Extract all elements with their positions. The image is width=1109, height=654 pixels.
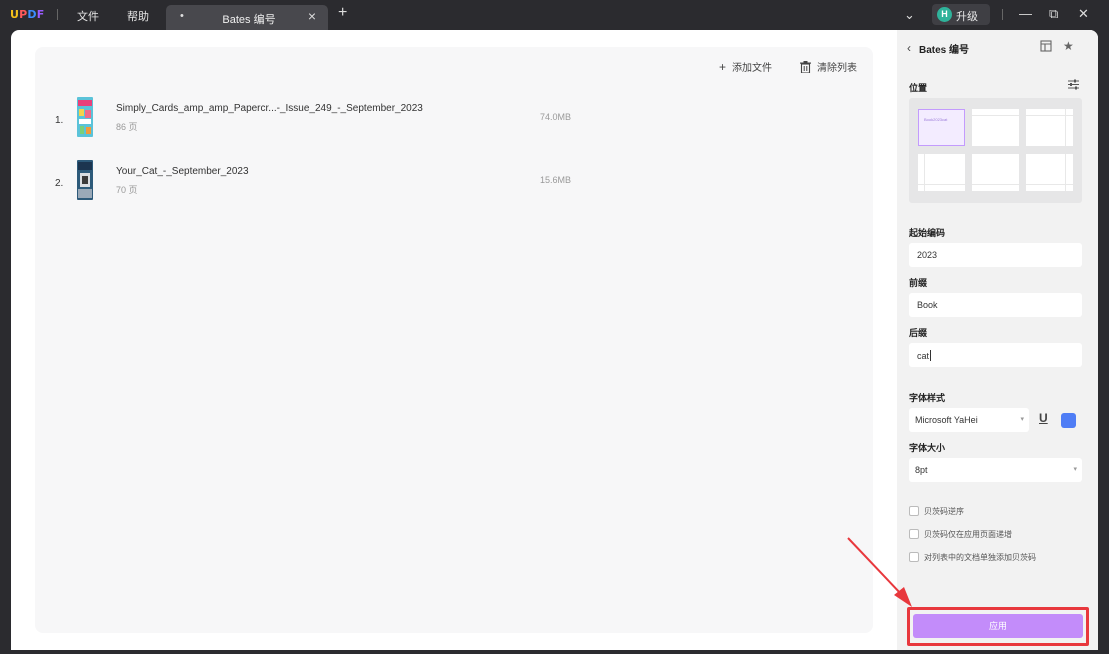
upgrade-button[interactable]: H 升级 <box>932 4 990 25</box>
suffix-input[interactable]: cat <box>909 343 1082 367</box>
position-preview-text: Book2023cat <box>924 117 948 122</box>
checkbox-reverse-order[interactable]: 贝茨码逆序 <box>909 504 1079 518</box>
suffix-value: cat <box>917 350 932 361</box>
position-bottom-center[interactable] <box>972 154 1019 191</box>
tab-bates-numbering[interactable]: • Bates 编号 × <box>166 5 328 30</box>
prefix-input[interactable]: Book <box>909 293 1082 317</box>
avatar: H <box>937 7 952 22</box>
chevron-down-icon[interactable]: ⌄ <box>904 7 915 23</box>
title-bar: UPDF 文件 帮助 • Bates 编号 × + ⌄ H 升级 — ⧉ ✕ <box>0 0 1109 30</box>
close-icon[interactable]: ✕ <box>1078 6 1089 22</box>
list-item[interactable]: 1. Simply_Cards_amp_amp_Papercr...-_Issu… <box>35 95 873 145</box>
file-page-count: 86 页 <box>116 122 138 132</box>
position-top-left[interactable]: Book2023cat <box>918 109 965 146</box>
tab-close-icon[interactable]: × <box>308 8 316 24</box>
suffix-label: 后缀 <box>909 328 928 338</box>
menu-help[interactable]: 帮助 <box>127 8 149 24</box>
template-icon[interactable] <box>1040 40 1052 55</box>
position-top-right[interactable] <box>1026 109 1073 146</box>
file-index: 1. <box>55 115 64 126</box>
file-name: Your_Cat_-_September_2023 <box>116 166 249 177</box>
bates-settings-panel: ‹ Bates 编号 ★ 位置 Book2023cat 起始编码 2023 前缀… <box>897 30 1098 650</box>
checkbox-increment-applied-pages[interactable]: 贝茨码仅在应用页面递增 <box>909 527 1079 541</box>
checkbox-label: 贝茨码逆序 <box>924 507 964 516</box>
add-file-button[interactable]: + 添加文件 <box>719 59 772 74</box>
underline-button[interactable]: U <box>1039 411 1048 425</box>
checkbox-box[interactable] <box>909 506 919 516</box>
clear-list-label: 清除列表 <box>817 63 857 74</box>
annotation-arrow <box>847 537 912 607</box>
font-family-value: Microsoft YaHei <box>915 415 978 425</box>
start-number-label: 起始编码 <box>909 228 946 238</box>
position-label: 位置 <box>909 83 928 93</box>
position-bottom-right[interactable] <box>1026 154 1073 191</box>
app-window: + 添加文件 清除列表 1. Simply_Cards_amp_amp_Paper… <box>11 30 1098 650</box>
minimize-icon[interactable]: — <box>1019 6 1032 21</box>
font-size-select[interactable]: 8pt ▾ <box>909 458 1082 482</box>
position-top-center[interactable] <box>972 109 1019 146</box>
checkbox-separate-per-document[interactable]: 对列表中的文档单独添加贝茨码 <box>909 550 1079 564</box>
file-index: 2. <box>55 178 64 189</box>
clear-list-button[interactable]: 清除列表 <box>800 59 857 76</box>
chevron-down-icon: ▾ <box>1073 466 1077 473</box>
settings-sliders-icon[interactable] <box>1068 79 1079 93</box>
checkbox-label: 贝茨码仅在应用页面递增 <box>924 530 1012 539</box>
menu-file[interactable]: 文件 <box>77 8 99 24</box>
position-bottom-left[interactable] <box>918 154 965 191</box>
start-number-value: 2023 <box>917 250 938 260</box>
file-thumbnail <box>77 97 93 137</box>
checkbox-label: 对列表中的文档单独添加贝茨码 <box>924 553 1036 562</box>
file-page-count: 70 页 <box>116 185 138 195</box>
file-name: Simply_Cards_amp_amp_Papercr...-_Issue_2… <box>116 103 423 114</box>
prefix-label: 前缀 <box>909 278 928 288</box>
file-thumbnail <box>77 160 93 200</box>
updf-logo: UPDF <box>10 8 45 21</box>
restore-icon[interactable]: ⧉ <box>1049 6 1058 22</box>
font-style-label: 字体样式 <box>909 393 946 403</box>
file-size: 74.0MB <box>540 112 572 122</box>
file-size: 15.6MB <box>540 175 572 185</box>
suffix-text: cat <box>917 351 930 361</box>
position-grid: Book2023cat <box>909 98 1082 203</box>
font-color-swatch[interactable] <box>1061 413 1076 428</box>
star-icon[interactable]: ★ <box>1063 39 1074 53</box>
plus-icon: + <box>719 60 727 74</box>
list-item[interactable]: 2. Your_Cat_-_September_2023 70 页 15.6MB <box>35 158 873 208</box>
panel-title: Bates 编号 <box>919 45 970 56</box>
font-size-value: 8pt <box>915 465 928 475</box>
back-icon[interactable]: ‹ <box>907 41 911 55</box>
prefix-value: Book <box>917 300 938 310</box>
title-separator <box>57 9 58 20</box>
title-separator-right <box>1002 9 1003 20</box>
panel-header: ‹ Bates 编号 ★ <box>897 30 1098 66</box>
new-tab-icon[interactable]: + <box>338 4 347 22</box>
tab-unsaved-dot: • <box>180 10 184 22</box>
apply-button[interactable]: 应用 <box>913 614 1083 638</box>
add-file-label: 添加文件 <box>732 63 773 74</box>
trash-icon <box>800 61 811 76</box>
font-size-label: 字体大小 <box>909 443 946 453</box>
tab-title: Bates 编号 <box>222 14 276 26</box>
font-family-select[interactable]: Microsoft YaHei ▾ <box>909 408 1029 432</box>
start-number-input[interactable]: 2023 <box>909 243 1082 267</box>
apply-highlight-box: 应用 <box>907 607 1089 646</box>
file-list-area: + 添加文件 清除列表 1. Simply_Cards_amp_amp_Paper… <box>35 47 873 633</box>
upgrade-label: 升级 <box>956 11 978 23</box>
chevron-down-icon: ▾ <box>1020 416 1024 423</box>
text-caret <box>930 350 932 361</box>
